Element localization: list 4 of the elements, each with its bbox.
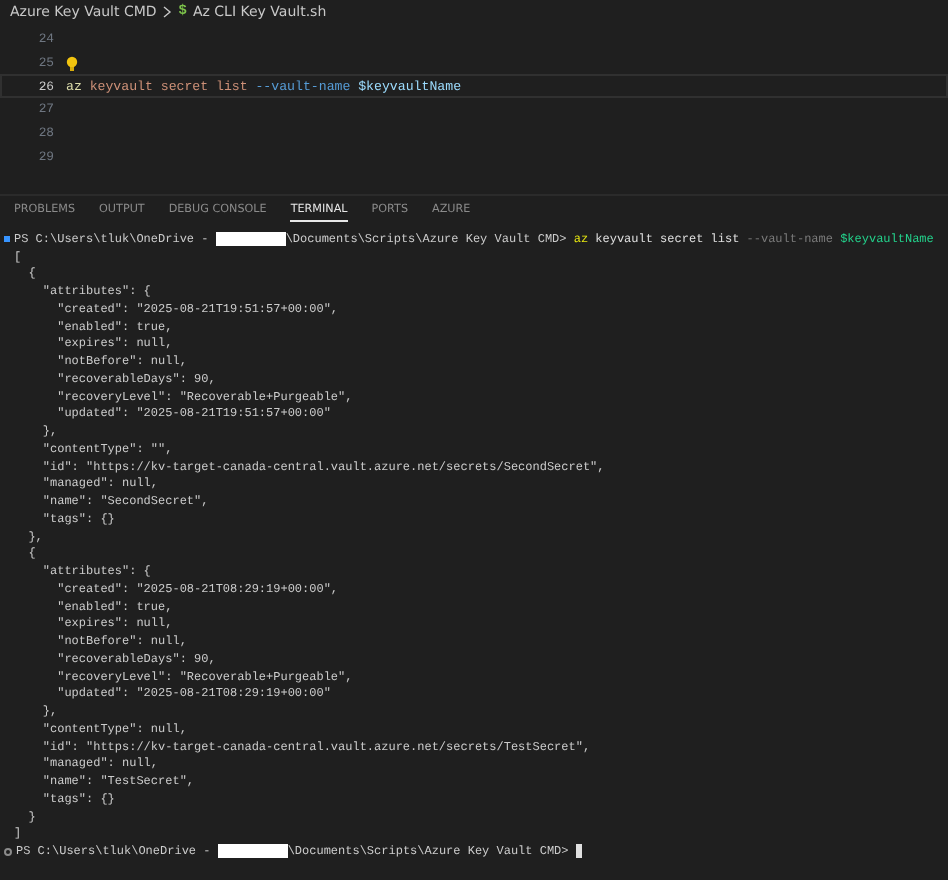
chevron-icon [162,6,173,18]
lightbulb-icon[interactable] [66,55,78,72]
command-success-icon[interactable] [4,235,10,242]
command-pending-icon[interactable] [4,847,12,856]
